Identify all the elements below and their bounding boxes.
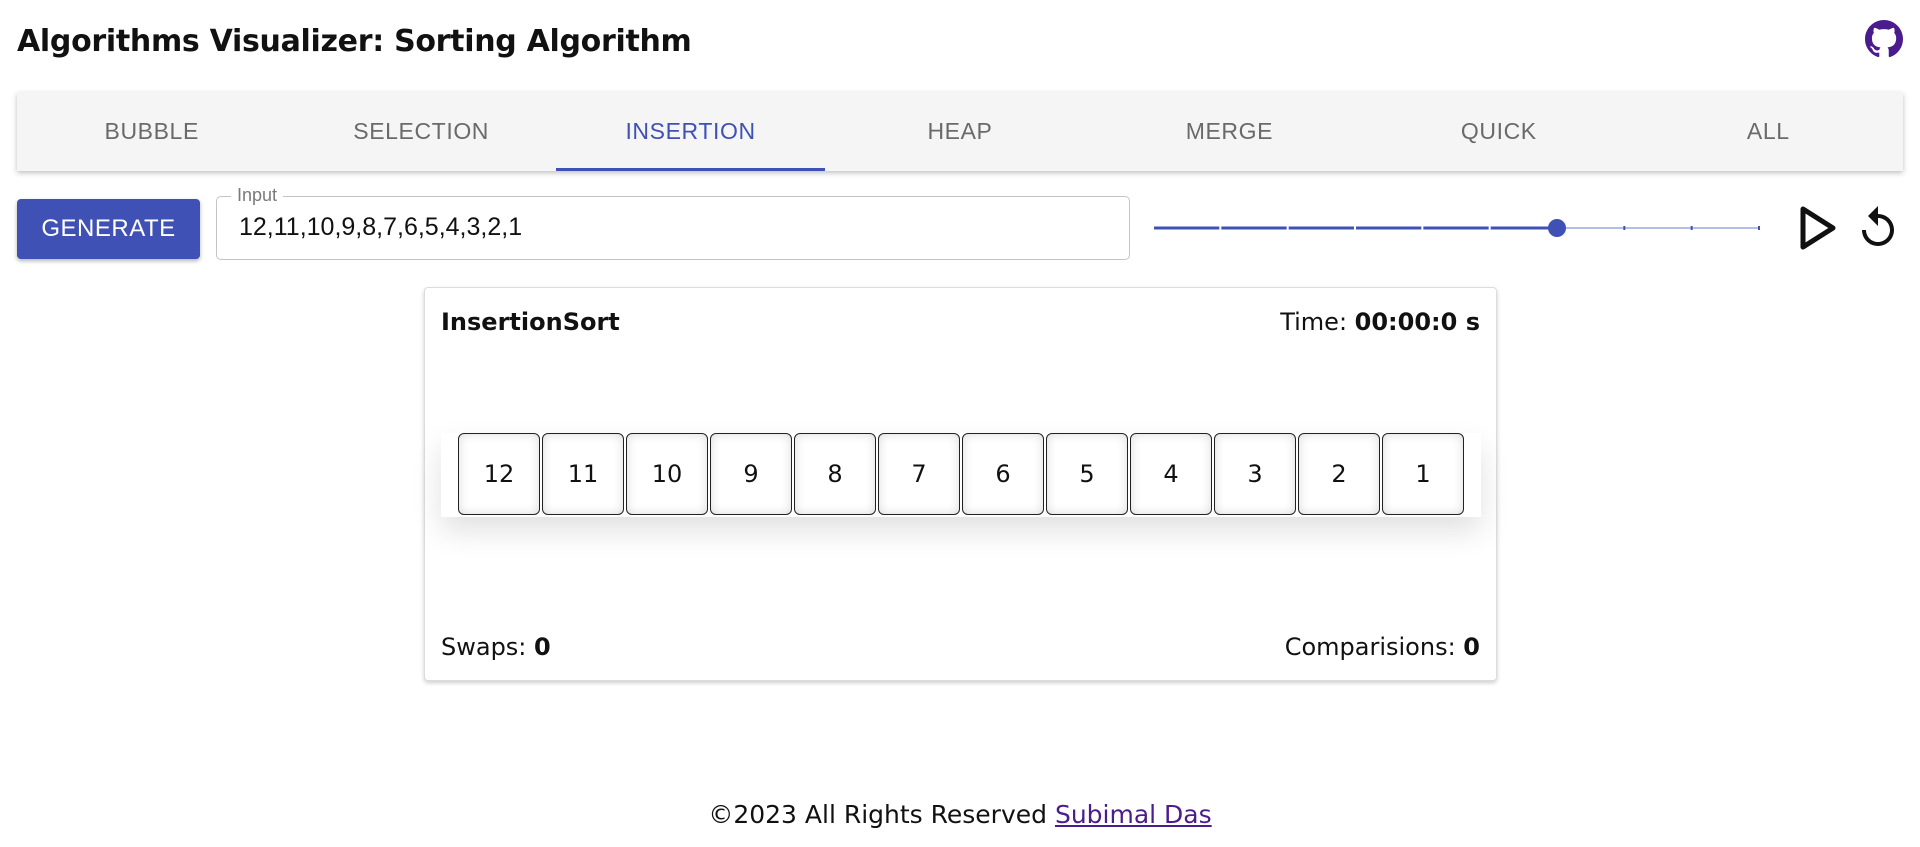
array-cell: 12 — [458, 433, 540, 515]
speed-slider[interactable] — [1150, 208, 1762, 248]
reset-icon[interactable] — [1854, 204, 1902, 252]
slider-thumb — [1548, 219, 1566, 237]
slider-mark — [1286, 226, 1289, 230]
tab-bubble[interactable]: BUBBLE — [17, 92, 286, 171]
array-cell: 11 — [542, 433, 624, 515]
time-display: Time: 00:00:0 s — [1280, 308, 1480, 336]
tab-heap[interactable]: HEAP — [825, 92, 1094, 171]
input-label: Input — [231, 185, 284, 206]
slider-mark — [1421, 226, 1424, 230]
array-cell: 8 — [794, 433, 876, 515]
sort-card: InsertionSort Time: 00:00:0 s 12 11 10 9 8 7 6… — [424, 287, 1497, 681]
time-label: Time: — [1280, 308, 1355, 336]
footer: ©2023 All Rights Reserved Subimal Das — [0, 800, 1920, 829]
array-cell: 5 — [1046, 433, 1128, 515]
swaps-label: Swaps: — [441, 633, 535, 661]
array-input[interactable] — [239, 207, 1099, 247]
comparisons-value: 0 — [1463, 633, 1480, 661]
page-title: Algorithms Visualizer: Sorting Algorithm — [17, 24, 692, 59]
footer-text: ©2023 All Rights Reserved — [708, 800, 1055, 829]
tab-insertion[interactable]: INSERTION — [555, 92, 826, 171]
tab-quick[interactable]: QUICK — [1364, 92, 1633, 171]
array-cell: 3 — [1214, 433, 1296, 515]
generate-button[interactable]: GENERATE — [17, 199, 200, 259]
slider-mark — [1219, 226, 1222, 230]
slider-mark — [1354, 226, 1356, 230]
play-icon[interactable] — [1797, 205, 1837, 251]
tab-merge[interactable]: MERGE — [1095, 92, 1364, 171]
swaps-value: 0 — [534, 633, 551, 661]
array-cell: 10 — [626, 433, 708, 515]
comparisons-label: Comparisions: — [1284, 633, 1464, 661]
slider-mark — [1488, 226, 1491, 230]
algorithm-tabs: BUBBLE SELECTION INSERTION HEAP MERGE QUICK AL… — [17, 92, 1903, 171]
algorithm-name: InsertionSort — [441, 308, 620, 336]
array-cell: 2 — [1298, 433, 1380, 515]
time-value: 00:00:0 s — [1354, 308, 1480, 336]
slider-mark — [1623, 226, 1626, 230]
author-link[interactable]: Subimal Das — [1055, 800, 1212, 829]
slider-mark — [1690, 226, 1693, 230]
app-header: Algorithms Visualizer: Sorting Algorithm — [17, 20, 1903, 68]
slider-mark — [1152, 226, 1154, 230]
array-view: 12 11 10 9 8 7 6 5 4 3 2 1 — [441, 433, 1481, 517]
github-icon[interactable] — [1865, 20, 1903, 58]
input-field: Input — [216, 185, 1130, 260]
swaps-display: Swaps: 0 — [441, 633, 551, 661]
array-cell: 9 — [710, 433, 792, 515]
array-cell: 4 — [1130, 433, 1212, 515]
tab-all[interactable]: ALL — [1634, 92, 1903, 171]
comparisons-display: Comparisions: 0 — [1285, 633, 1480, 661]
array-cell: 7 — [878, 433, 960, 515]
slider-mark — [1758, 226, 1760, 230]
array-cell: 1 — [1382, 433, 1464, 515]
array-cell: 6 — [962, 433, 1044, 515]
tab-selection[interactable]: SELECTION — [286, 92, 555, 171]
